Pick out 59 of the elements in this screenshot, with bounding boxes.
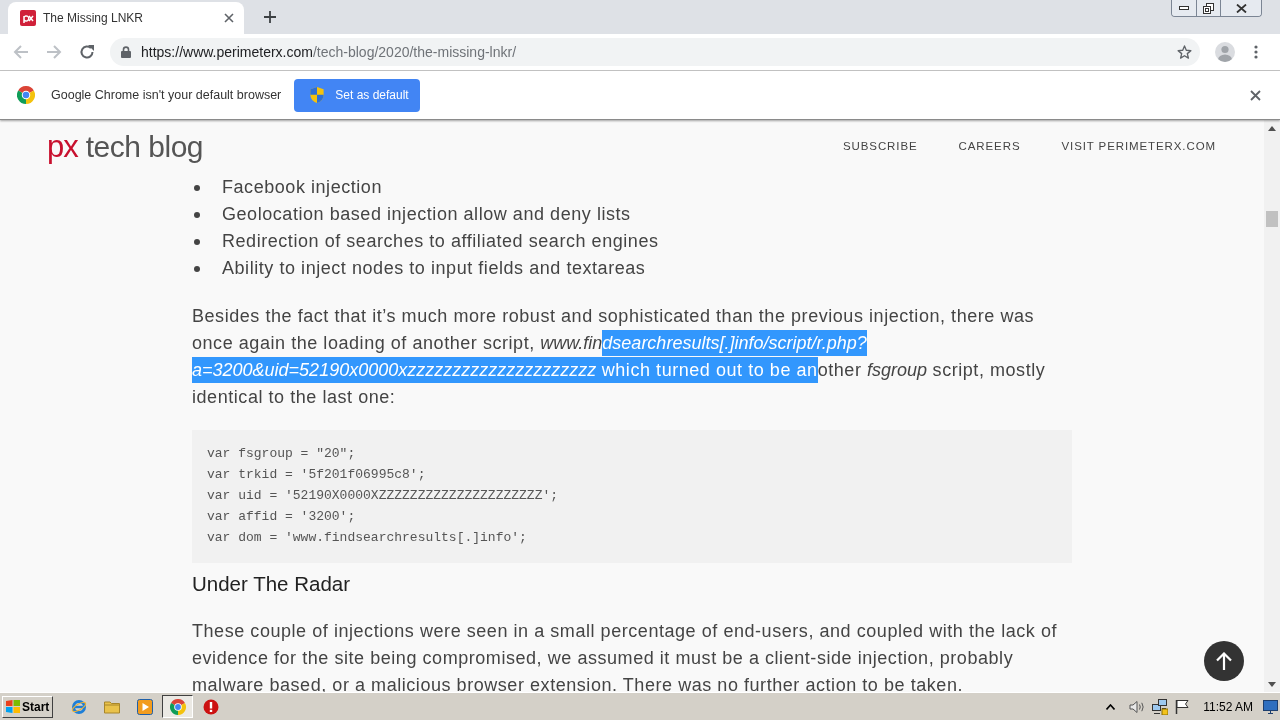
monitor-icon[interactable] <box>1263 699 1278 714</box>
scrollbar-thumb[interactable] <box>1266 211 1278 227</box>
code-line: var uid = '52190X0000XZZZZZZZZZZZZZZZZZZZZZ'; <box>207 487 559 505</box>
scroll-up-icon[interactable] <box>1268 125 1276 131</box>
star-icon[interactable] <box>1177 44 1192 60</box>
new-tab-icon[interactable] <box>264 11 276 23</box>
code-line: var fsgroup = "20"; <box>207 445 356 463</box>
article-paragraph: Besides the fact that it’s much more robust and sophisticated than the previous injection, there was once again the loading of another script, www.findsearchresults[.]info/script/r.php?a=3200&uid=52190x0000xzzzzzzzzzzzzzzzzzzzzz which turned out to be another fsgroup script, mostly identical to the last one: <box>192 305 1047 409</box>
logo-icon <box>6 700 20 713</box>
browser-logo-icon <box>169 698 186 715</box>
taskbar-button[interactable] <box>162 695 193 718</box>
logo-mark[interactable]: px <box>47 130 78 164</box>
code-line: var affid = '3200'; <box>207 508 356 526</box>
set-default-button[interactable]: Set as default <box>294 78 421 112</box>
code-line: var dom = 'www.findsearchresults[.]info'; <box>207 529 527 547</box>
close-icon[interactable] <box>224 13 234 23</box>
scroll-down-icon[interactable] <box>1268 681 1276 687</box>
logo-text[interactable]: tech blog <box>85 130 203 164</box>
browser-tab[interactable]: The Missing LNKR <box>8 2 244 34</box>
address-bar[interactable]: https://www.perimeterx.com/tech-blog/2020/the-missing-lnkr/ <box>110 38 1200 66</box>
start-button[interactable]: Start <box>2 695 53 718</box>
alert-icon[interactable] <box>202 698 219 715</box>
globe-orbit-icon[interactable] <box>70 698 87 715</box>
speaker-icon[interactable] <box>1129 699 1146 714</box>
nav-link[interactable]: CAREERS <box>958 138 1021 156</box>
flag-icon[interactable] <box>1175 699 1190 714</box>
scroll-to-top-button[interactable] <box>1204 641 1244 681</box>
nav-link[interactable]: SUBSCRIBE <box>843 138 918 156</box>
network-icon[interactable] <box>1152 698 1169 715</box>
code-line: var trkid = '5f201f06995c8'; <box>207 466 426 484</box>
section-heading: Under The Radar <box>192 571 350 597</box>
list-item-text: Facebook injection <box>222 176 382 199</box>
list-item-text: Redirection of searches to affiliated search engines <box>222 230 659 253</box>
close-icon <box>1235 3 1247 13</box>
bullet-icon <box>194 211 200 218</box>
arrow-up-icon <box>1216 652 1232 670</box>
bullet-icon <box>194 184 200 191</box>
lock-icon <box>121 46 131 58</box>
chevron-up-icon[interactable] <box>1106 703 1116 710</box>
restore-button[interactable] <box>1196 0 1220 16</box>
minimize-button[interactable] <box>1172 0 1196 16</box>
minimize-icon <box>1179 6 1189 10</box>
play-icon[interactable] <box>136 698 153 715</box>
menu-icon[interactable] <box>1254 45 1258 59</box>
infobar-message: Google Chrome isn't your default browser <box>51 86 282 104</box>
close-button[interactable] <box>1220 0 1261 16</box>
clock-time: 11:52 AM <box>1203 698 1253 716</box>
list-item-text: Geolocation based injection allow and deny lists <box>222 203 631 226</box>
bullet-icon <box>194 238 200 245</box>
close-icon[interactable] <box>1250 89 1261 101</box>
list-item-text: Ability to inject nodes to input fields and textareas <box>222 257 646 280</box>
shield-icon <box>310 87 325 103</box>
nav-link[interactable]: VISIT PERIMETERX.COM <box>1061 138 1216 156</box>
favicon-icon <box>20 10 36 26</box>
bullet-icon <box>194 265 200 272</box>
restore-icon <box>1203 2 1214 14</box>
reload-icon[interactable] <box>79 44 95 60</box>
scrollbar[interactable] <box>1264 120 1280 692</box>
browser-logo-icon <box>17 86 35 104</box>
